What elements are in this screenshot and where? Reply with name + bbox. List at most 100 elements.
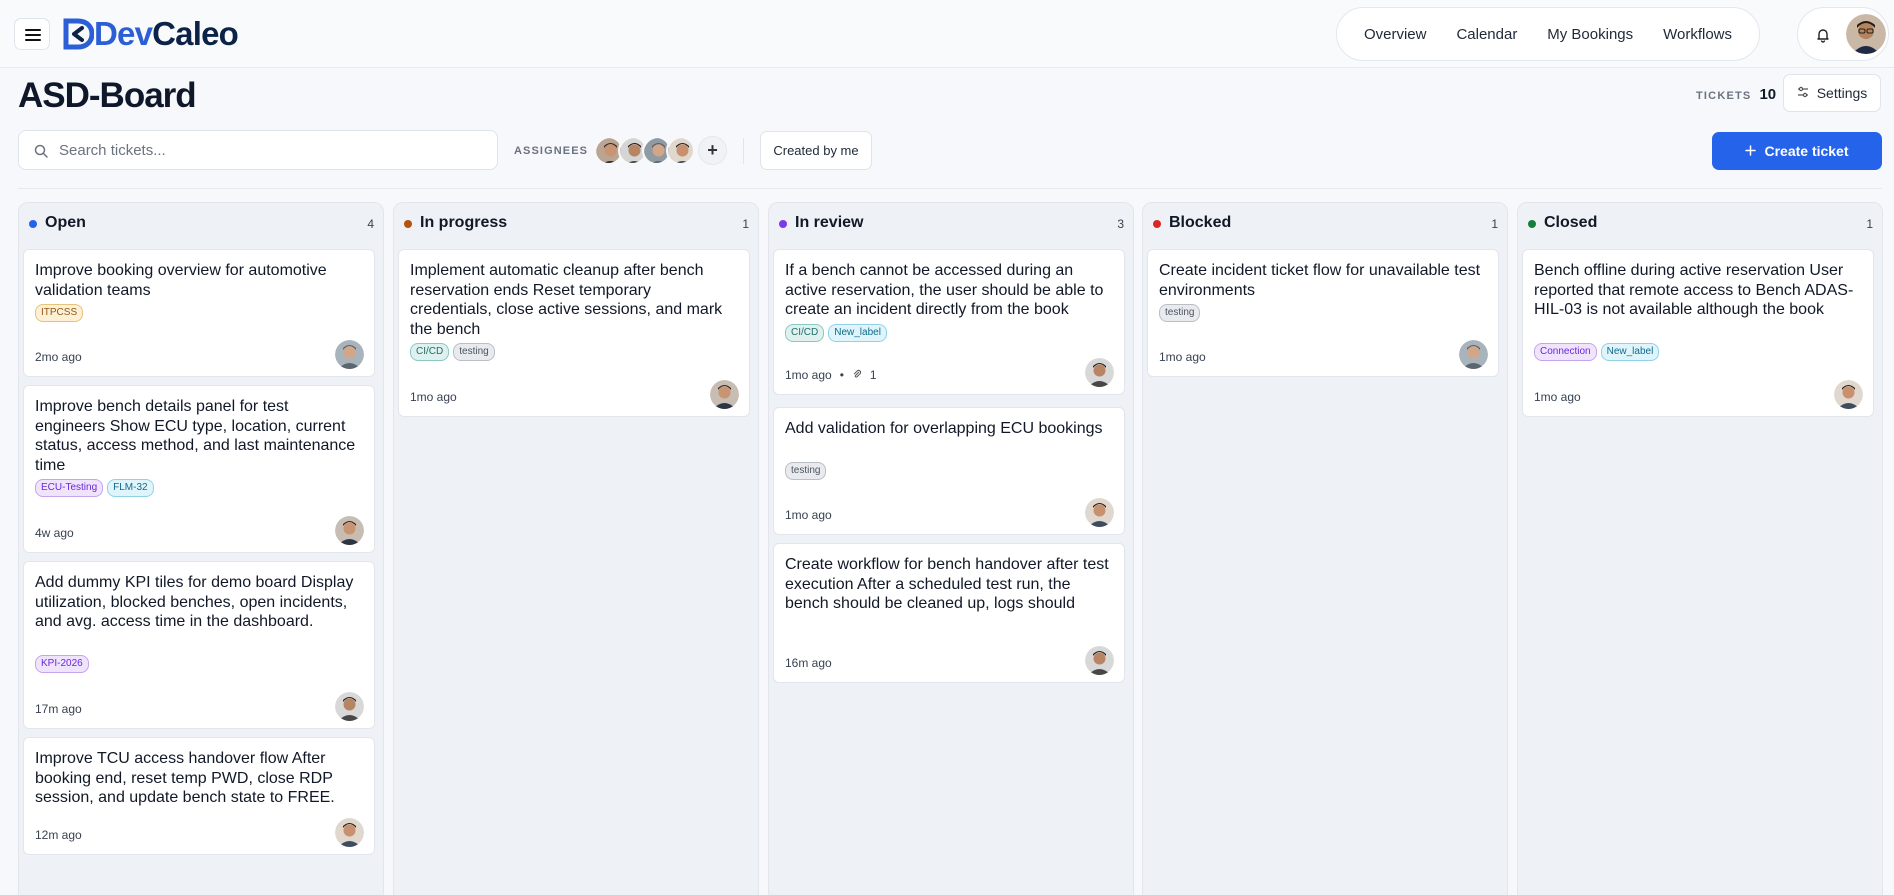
nav-overview[interactable]: Overview bbox=[1364, 26, 1427, 43]
ticket-title[interactable]: Implement automatic cleanup after bench … bbox=[410, 261, 736, 339]
ticket-timestamp: 1mo ago bbox=[1159, 350, 1206, 364]
column-header: Blocked 1 bbox=[1143, 203, 1507, 245]
ticket-card[interactable]: If a bench cannot be accessed during an … bbox=[773, 249, 1125, 395]
ticket-title[interactable]: Improve bench details panel for test eng… bbox=[35, 397, 361, 475]
ticket-title[interactable]: Add validation for overlapping ECU booki… bbox=[785, 419, 1111, 439]
ticket-meta: 2mo ago bbox=[35, 350, 82, 364]
ticket-timestamp: 1mo ago bbox=[1534, 390, 1581, 404]
ticket-card[interactable]: Implement automatic cleanup after bench … bbox=[398, 249, 750, 417]
board-column-in-progress: In progress 1 Implement automatic cleanup … bbox=[393, 202, 759, 895]
ticket-tag: New_label bbox=[1600, 343, 1660, 361]
hamburger-menu-button[interactable] bbox=[14, 18, 50, 50]
column-header: In review 3 bbox=[769, 203, 1133, 245]
ticket-card[interactable]: Add dummy KPI tiles for demo board Displ… bbox=[23, 561, 375, 729]
ticket-timestamp: 17m ago bbox=[35, 702, 82, 716]
nav-my-bookings[interactable]: My Bookings bbox=[1547, 26, 1633, 43]
page-title: ASD-Board bbox=[18, 76, 197, 115]
ticket-title[interactable]: Improve booking overview for automotive … bbox=[35, 261, 361, 300]
logo-mark-icon bbox=[62, 17, 95, 50]
assignee-avatar[interactable] bbox=[335, 516, 364, 545]
user-avatar[interactable] bbox=[1846, 14, 1886, 54]
ticket-title[interactable]: Add dummy KPI tiles for demo board Displ… bbox=[35, 573, 361, 632]
ticket-tag: testing bbox=[785, 462, 827, 480]
column-header: Closed 1 bbox=[1518, 203, 1882, 245]
ticket-card[interactable]: Add validation for overlapping ECU booki… bbox=[773, 407, 1125, 535]
main-nav: Overview Calendar My Bookings Workflows bbox=[1336, 7, 1760, 61]
column-header: In progress 1 bbox=[394, 203, 758, 245]
tickets-counter: TICKETS 10 bbox=[1696, 86, 1776, 103]
settings-button[interactable]: Settings bbox=[1783, 74, 1881, 112]
add-assignee-button[interactable]: + bbox=[698, 136, 727, 165]
board-column-closed: Closed 1 Bench offline during active reser… bbox=[1517, 202, 1883, 895]
toolbar-separator bbox=[18, 188, 1882, 189]
ticket-timestamp: 1mo ago bbox=[410, 390, 457, 404]
ticket-title[interactable]: Bench offline during active reservation … bbox=[1534, 261, 1860, 320]
ticket-card[interactable]: Improve booking overview for automotive … bbox=[23, 249, 375, 377]
ticket-card[interactable]: Improve TCU access handover flow After b… bbox=[23, 737, 375, 855]
ticket-tags: KPI-2026 bbox=[35, 655, 89, 673]
meta-separator: • bbox=[839, 368, 844, 382]
user-menu bbox=[1797, 7, 1889, 61]
notifications-bell-icon[interactable] bbox=[1815, 27, 1831, 43]
sliders-icon bbox=[1797, 85, 1809, 101]
ticket-tags: testing bbox=[785, 462, 827, 480]
board-column-open: Open 4 Improve booking overview for automo… bbox=[18, 202, 384, 895]
ticket-tags: ITPCSS bbox=[35, 304, 84, 322]
search-box bbox=[18, 130, 498, 170]
ticket-meta: 16m ago bbox=[785, 656, 832, 670]
ticket-meta: 1mo ago bbox=[1159, 350, 1206, 364]
ticket-meta: 1mo ago bbox=[1534, 390, 1581, 404]
column-title: In review bbox=[795, 214, 864, 231]
search-input[interactable] bbox=[59, 131, 479, 169]
column-count: 1 bbox=[1491, 217, 1498, 231]
ticket-tags: ECU-Testing FLM-32 bbox=[35, 479, 154, 497]
nav-calendar[interactable]: Calendar bbox=[1456, 26, 1517, 43]
assignee-avatar[interactable] bbox=[1459, 340, 1488, 369]
board-column-blocked: Blocked 1 Create incident ticket flow for … bbox=[1142, 202, 1508, 895]
ticket-meta: 1mo ago • 1 bbox=[785, 368, 877, 382]
assignee-avatar[interactable] bbox=[1085, 646, 1114, 675]
assignees-label: ASSIGNEES bbox=[514, 145, 589, 157]
plus-icon bbox=[1745, 143, 1757, 159]
create-ticket-button[interactable]: Create ticket bbox=[1712, 132, 1882, 170]
column-title: Blocked bbox=[1169, 214, 1232, 231]
ticket-meta: 12m ago bbox=[35, 828, 82, 842]
ticket-card[interactable]: Bench offline during active reservation … bbox=[1522, 249, 1874, 417]
top-bar: DevCaleo Overview Calendar My Bookings W… bbox=[0, 0, 1894, 68]
ticket-title[interactable]: Create workflow for bench handover after… bbox=[785, 555, 1111, 614]
ticket-timestamp: 1mo ago bbox=[785, 508, 832, 522]
ticket-tags: CI/CD testing bbox=[410, 343, 495, 361]
ticket-card[interactable]: Create incident ticket flow for unavaila… bbox=[1147, 249, 1499, 377]
assignee-avatar[interactable] bbox=[335, 692, 364, 721]
column-title: Closed bbox=[1544, 214, 1598, 231]
ticket-title[interactable]: Create incident ticket flow for unavaila… bbox=[1159, 261, 1485, 300]
status-dot bbox=[779, 220, 787, 228]
column-count: 4 bbox=[367, 217, 374, 231]
app-logo[interactable]: DevCaleo bbox=[62, 14, 239, 52]
ticket-card[interactable]: Improve bench details panel for test eng… bbox=[23, 385, 375, 553]
ticket-tag: testing bbox=[453, 343, 495, 361]
created-by-me-filter[interactable]: Created by me bbox=[760, 131, 872, 170]
nav-workflows[interactable]: Workflows bbox=[1663, 26, 1732, 43]
status-dot bbox=[1528, 220, 1536, 228]
ticket-meta: 1mo ago bbox=[410, 390, 457, 404]
status-dot bbox=[1153, 220, 1161, 228]
ticket-card[interactable]: Create workflow for bench handover after… bbox=[773, 543, 1125, 683]
ticket-title[interactable]: Improve TCU access handover flow After b… bbox=[35, 749, 361, 808]
ticket-tag: ECU-Testing bbox=[35, 479, 104, 497]
status-dot bbox=[404, 220, 412, 228]
assignee-avatar[interactable] bbox=[1085, 498, 1114, 527]
column-title: Open bbox=[45, 214, 86, 231]
search-icon bbox=[34, 144, 48, 158]
assignee-avatar[interactable] bbox=[335, 818, 364, 847]
assignee-avatar[interactable] bbox=[335, 340, 364, 369]
assignee-avatar[interactable] bbox=[666, 136, 695, 165]
assignee-avatar[interactable] bbox=[1085, 358, 1114, 387]
column-title: In progress bbox=[420, 214, 508, 231]
ticket-tags: Connection New_label bbox=[1534, 343, 1660, 361]
assignee-avatar[interactable] bbox=[1834, 380, 1863, 409]
board-column-in-review: In review 3 If a bench cannot be accessed … bbox=[768, 202, 1134, 895]
assignee-avatar[interactable] bbox=[710, 380, 739, 409]
ticket-title[interactable]: If a bench cannot be accessed during an … bbox=[785, 261, 1111, 320]
ticket-tag: FLM-32 bbox=[107, 479, 154, 497]
